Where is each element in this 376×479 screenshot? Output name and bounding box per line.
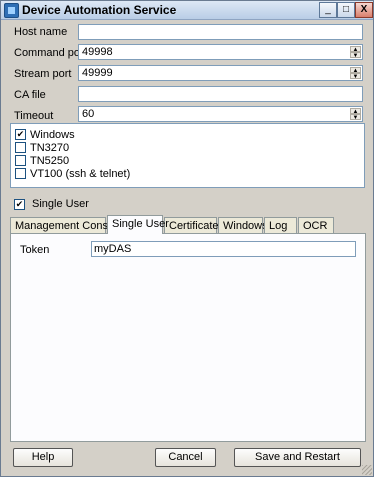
single-user-checkbox[interactable]: ✔ Single User	[14, 198, 89, 210]
tab-certificates[interactable]: Certificates	[164, 217, 224, 233]
timeout-field[interactable]: 60 ▲ ▼	[78, 106, 363, 122]
command-port-value: 49998	[82, 46, 113, 58]
single-user-panel: Token myDAS	[10, 233, 366, 442]
host-name-label: Host name	[14, 26, 68, 38]
tab-ocr[interactable]: OCR	[298, 217, 334, 233]
maximize-button[interactable]: □	[337, 2, 355, 18]
ca-file-label: CA file	[14, 89, 46, 101]
tab-single-user[interactable]: Single User	[107, 215, 169, 234]
ca-file-field[interactable]	[78, 86, 363, 102]
stream-port-field[interactable]: 49999 ▲ ▼	[78, 65, 363, 81]
tab-log[interactable]: Log	[264, 217, 297, 233]
title-bar[interactable]: Device Automation Service _ □ X	[1, 1, 373, 20]
cancel-button[interactable]: Cancel	[155, 448, 216, 467]
host-name-field[interactable]	[78, 24, 363, 40]
spin-down-icon[interactable]: ▼	[350, 114, 361, 121]
tab-management-console[interactable]: Management Console	[10, 217, 123, 233]
stream-port-label: Stream port	[14, 68, 72, 80]
timeout-spinner[interactable]: ▲ ▼	[350, 108, 361, 121]
tab-windows[interactable]: Windows	[218, 217, 268, 233]
timeout-value: 60	[82, 108, 95, 120]
close-button[interactable]: X	[355, 2, 373, 18]
checkbox-checked-icon[interactable]: ✔	[14, 198, 25, 210]
checkbox-icon[interactable]	[15, 142, 26, 153]
spin-down-icon[interactable]: ▼	[350, 73, 361, 80]
command-port-spinner[interactable]: ▲ ▼	[350, 46, 361, 59]
save-and-restart-button[interactable]: Save and Restart	[234, 448, 361, 467]
minimize-button[interactable]: _	[319, 2, 337, 18]
list-item-windows[interactable]: ✔ Windows	[15, 128, 75, 141]
command-port-label: Command port	[14, 47, 87, 59]
checkbox-icon[interactable]	[15, 168, 26, 179]
timeout-label: Timeout	[14, 110, 54, 122]
checkbox-checked-icon[interactable]: ✔	[15, 129, 26, 140]
token-label: Token	[20, 244, 50, 256]
resize-grip-icon[interactable]	[362, 465, 372, 475]
single-user-label: Single User	[32, 198, 89, 210]
list-item-label: Windows	[30, 128, 75, 141]
command-port-field[interactable]: 49998 ▲ ▼	[78, 44, 363, 60]
stream-port-spinner[interactable]: ▲ ▼	[350, 67, 361, 80]
list-item-label: TN5250	[30, 154, 70, 167]
app-icon	[4, 3, 19, 18]
stream-port-value: 49999	[82, 67, 113, 79]
window-title: Device Automation Service	[22, 3, 177, 17]
list-item-vt100[interactable]: VT100 (ssh & telnet)	[15, 167, 130, 180]
device-automation-window: Device Automation Service _ □ X Host nam…	[0, 0, 374, 477]
device-type-list[interactable]: ✔ Windows TN3270 TN5250 VT100 (ssh & tel…	[10, 123, 365, 188]
checkbox-icon[interactable]	[15, 155, 26, 166]
list-item-tn5250[interactable]: TN5250	[15, 154, 69, 167]
list-item-tn3270[interactable]: TN3270	[15, 141, 69, 154]
list-item-label: VT100 (ssh & telnet)	[30, 167, 131, 180]
spin-down-icon[interactable]: ▼	[350, 52, 361, 59]
help-button[interactable]: Help	[13, 448, 73, 467]
list-item-label: TN3270	[30, 141, 70, 154]
token-field[interactable]: myDAS	[91, 241, 356, 257]
